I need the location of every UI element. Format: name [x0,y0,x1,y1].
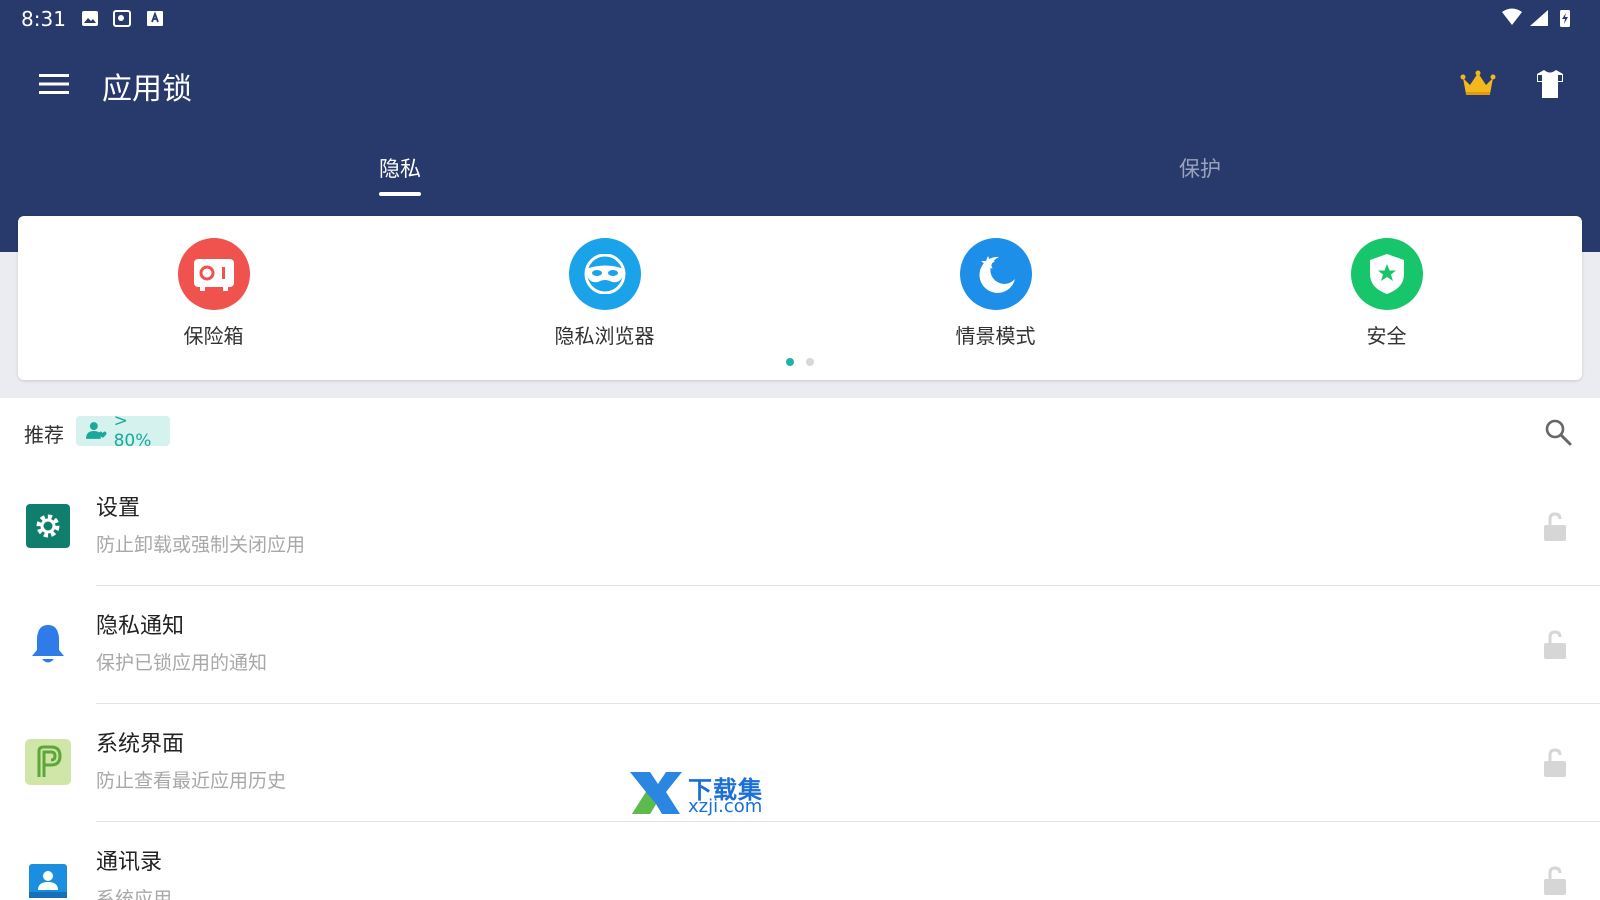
watermark: 下载集 xzji.com [628,768,778,818]
list-item[interactable]: 设置 防止卸载或强制关闭应用 [0,468,1600,586]
recommend-badge-text: > 80% [113,411,152,451]
theme-button[interactable] [1528,62,1572,106]
app-description: 保护已锁应用的通知 [96,652,268,674]
android-p-icon [24,738,72,786]
pager-dots [786,358,814,366]
watermark-logo-icon [630,772,682,814]
list-item[interactable]: 通讯录 系统应用 [0,822,1600,900]
wifi-icon [1502,8,1522,25]
unlock-toggle[interactable] [1538,744,1572,782]
feature-label: 保险箱 [183,324,244,348]
feature-security[interactable]: 安全 [1191,216,1582,356]
user-heart-icon [86,422,107,439]
app-description: 系统应用 [96,888,173,900]
pager-dot [806,358,814,366]
page-title: 应用锁 [102,72,192,107]
tshirt-icon [1537,70,1563,98]
feature-private-browser[interactable]: 隐私浏览器 [409,216,800,356]
app-name: 设置 [96,496,141,521]
status-bar: 8:31 [0,0,1600,36]
watermark-site: xzji.com [688,796,763,817]
feature-label: 隐私浏览器 [554,324,655,348]
crown-icon [1460,70,1496,95]
recommend-label: 推荐 [24,423,64,447]
feature-label: 情景模式 [955,324,1036,348]
tab-protection[interactable]: 保护 [800,140,1600,200]
cell-signal-icon [1530,10,1548,26]
tab-indicator [379,192,421,196]
app-description: 防止卸载或强制关闭应用 [96,534,306,556]
list-item[interactable]: 隐私通知 保护已锁应用的通知 [0,586,1600,704]
feature-label: 安全 [1366,324,1407,348]
shield-star-icon [1351,238,1423,310]
unlocked-padlock-icon [1544,866,1566,895]
menu-button[interactable] [30,62,78,106]
moon-star-icon [960,238,1032,310]
app-bar: 应用锁 [0,48,1600,120]
search-icon [1545,419,1572,446]
search-button[interactable] [1538,412,1578,452]
bell-icon [24,620,72,668]
recommend-header: 推荐 > 80% [0,398,1600,468]
unlocked-padlock-icon [1544,748,1566,777]
feature-vault[interactable]: 保险箱 [18,216,409,356]
safe-box-icon [178,238,250,310]
pager-dot-active [786,358,794,366]
image-notification-icon [82,11,98,26]
app-name: 系统界面 [96,732,185,757]
system-status-icons [1502,8,1570,27]
tab-bar: 隐私 保护 [0,140,1600,200]
app-description: 防止查看最近应用历史 [96,770,287,792]
recommend-badge: > 80% [76,411,170,451]
unlock-toggle[interactable] [1538,862,1572,900]
status-time: 8:31 [21,7,66,31]
feature-card: 保险箱 隐私浏览器 情景模式 安全 [18,216,1582,380]
mask-icon [569,238,641,310]
contacts-icon [24,856,72,900]
premium-button[interactable] [1456,64,1500,104]
keyboard-notification-icon [147,11,163,26]
tab-privacy[interactable]: 隐私 [0,140,800,200]
hamburger-menu-icon [39,74,69,94]
app-name: 隐私通知 [96,614,185,639]
header-background [0,0,1600,252]
unlocked-padlock-icon [1544,630,1566,659]
unlock-toggle[interactable] [1538,626,1572,664]
feature-scene-mode[interactable]: 情景模式 [800,216,1191,356]
safe-notification-icon [113,10,131,27]
app-name: 通讯录 [96,850,163,875]
unlock-toggle[interactable] [1538,508,1572,546]
list-item[interactable]: 系统界面 防止查看最近应用历史 [0,704,1600,822]
settings-gear-icon [24,502,72,550]
unlocked-padlock-icon [1544,512,1566,541]
